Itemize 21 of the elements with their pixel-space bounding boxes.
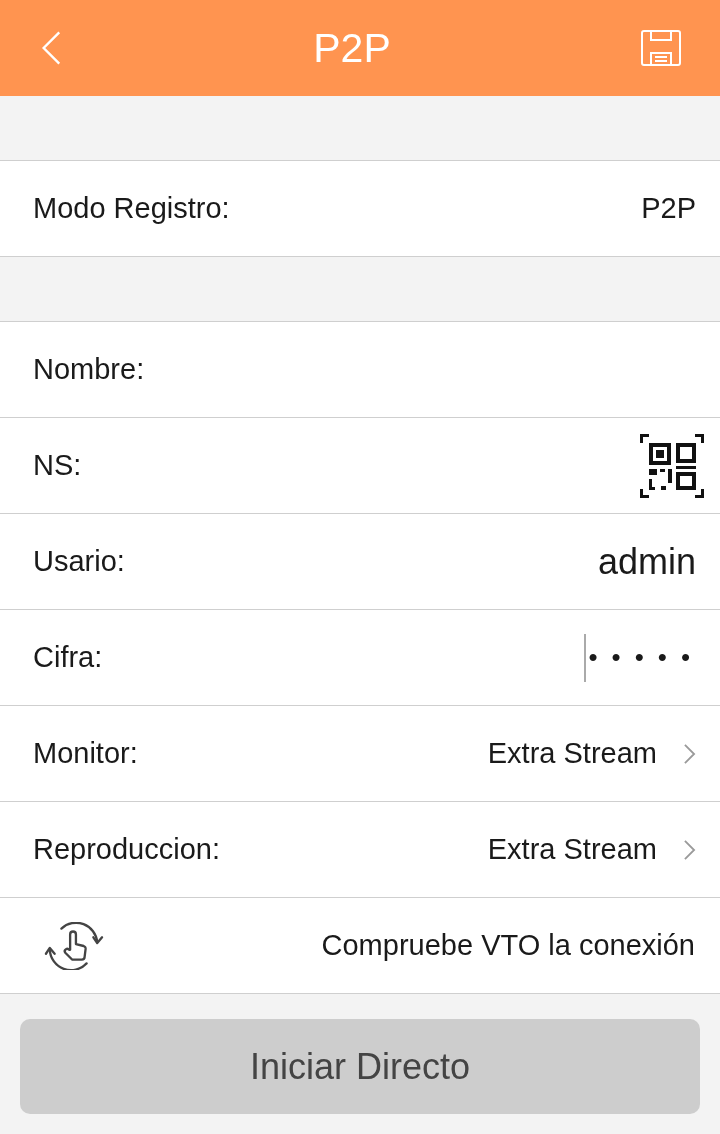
save-button[interactable] [640, 28, 682, 68]
field-label: Cifra: [33, 639, 103, 675]
chevron-right-icon [683, 838, 696, 861]
input-field[interactable]: admin [597, 534, 696, 589]
check-connection-label[interactable]: Compruebe VTO la conexión [321, 923, 695, 968]
password-field[interactable]: ••••• [588, 638, 704, 677]
field-label: Nombre: [33, 351, 145, 387]
select-value[interactable]: Extra Stream [487, 827, 657, 872]
field-label: Modo Registro: [33, 190, 230, 226]
chevron-right-icon [683, 742, 696, 765]
qr-code-scan-icon [640, 433, 704, 498]
field-label: Reproduccion: [33, 831, 220, 867]
field-label: Monitor: [33, 735, 138, 771]
field-value: P2P [641, 190, 696, 226]
select-value[interactable]: Extra Stream [487, 731, 657, 776]
field-label: Usario: [33, 543, 125, 579]
field-label: NS: [33, 447, 82, 483]
scan-button[interactable] [640, 433, 704, 498]
back-chevron-icon [40, 30, 62, 66]
hand-tap-refresh-icon [44, 921, 104, 970]
page-title: P2P [313, 27, 391, 69]
